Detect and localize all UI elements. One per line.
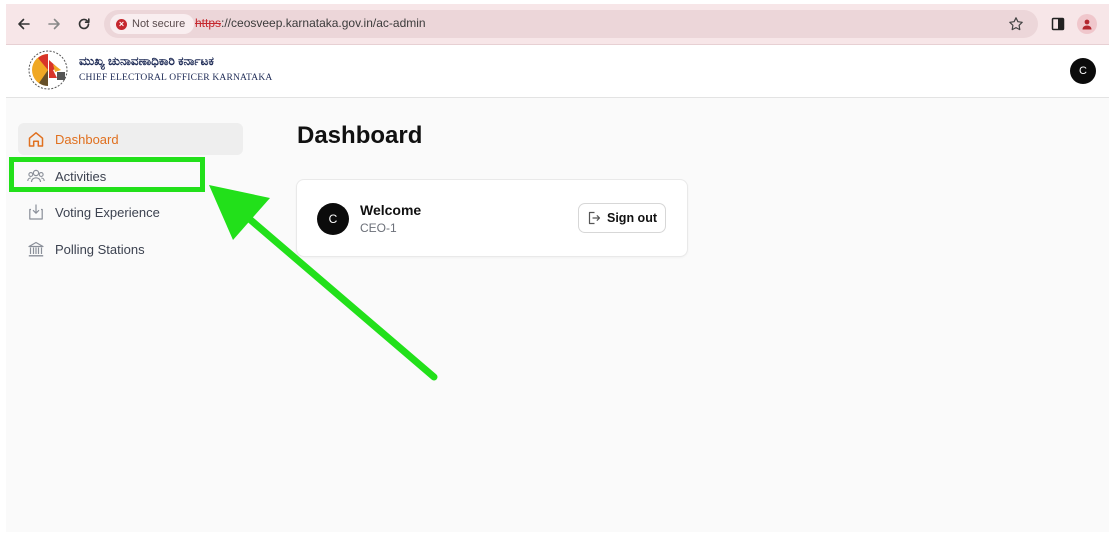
annotation-arrow-icon <box>209 185 438 381</box>
screenshot-frame: × Not secure https://ceosveep.karnataka.… <box>6 4 1109 532</box>
